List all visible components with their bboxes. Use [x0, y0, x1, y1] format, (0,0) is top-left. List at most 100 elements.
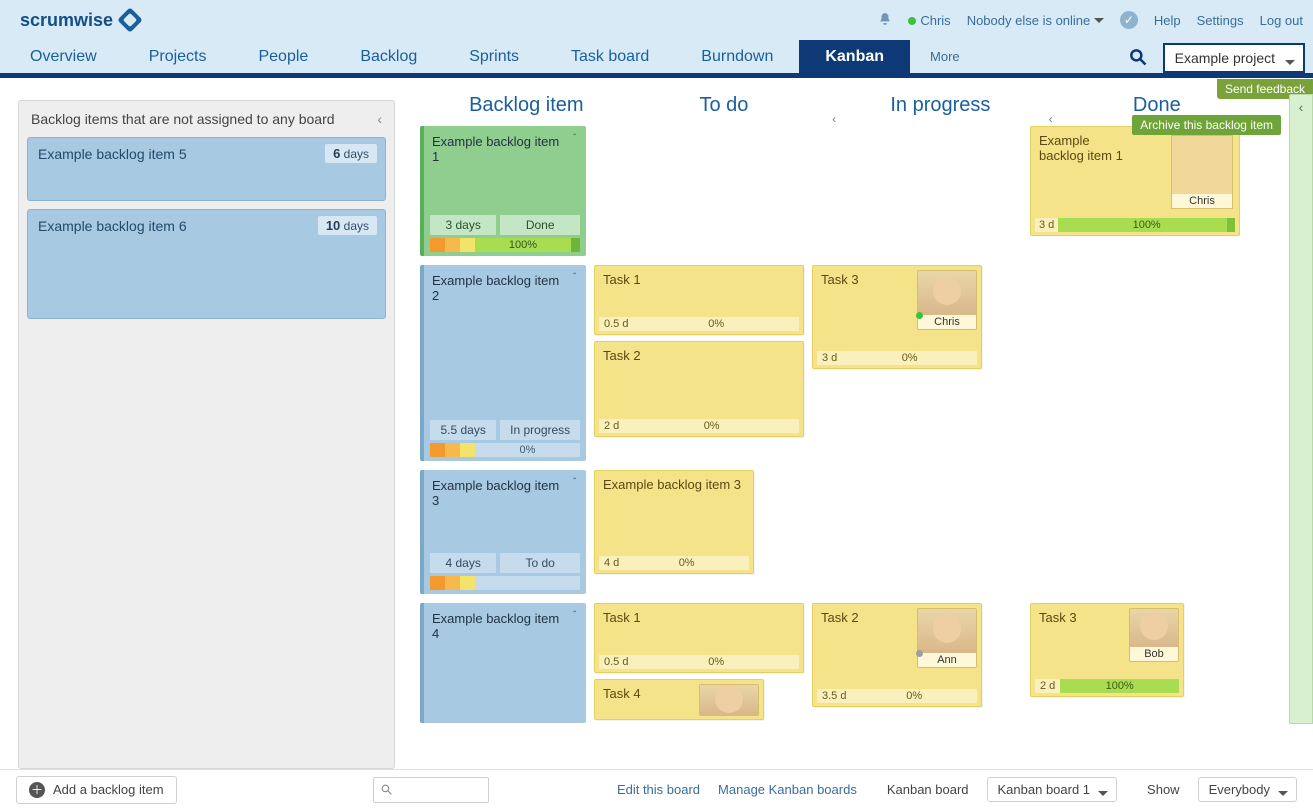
tab-overview[interactable]: Overview — [4, 40, 123, 73]
progress-text: 0% — [633, 655, 799, 669]
tab-backlog[interactable]: Backlog — [334, 40, 443, 73]
search-button[interactable] — [1119, 40, 1157, 73]
duration-badge: 4 d — [599, 556, 624, 570]
collapse-row-icon[interactable]: ＾ — [569, 132, 580, 148]
settings-link[interactable]: Settings — [1197, 13, 1244, 28]
project-selector[interactable]: Example project — [1163, 43, 1305, 73]
backlog-item-card[interactable]: Example backlog item 2 ＾ 5.5 days In pro… — [420, 265, 586, 461]
right-gutter: ‹ — [1285, 82, 1313, 769]
expand-archive-panel[interactable]: ‹ — [1289, 94, 1313, 724]
task-title: Task 1 — [603, 272, 795, 287]
task-card[interactable]: Task 1 0.5 d0% — [594, 265, 804, 335]
backlog-item-card[interactable]: Example backlog item 1 ＾ 3 days Done 100… — [420, 126, 586, 256]
progress-bar: 100% — [1058, 218, 1235, 232]
assignee-avatar[interactable]: Chris — [1171, 135, 1233, 209]
column-header-todo[interactable]: To do‹ — [616, 94, 832, 117]
tab-projects[interactable]: Projects — [123, 40, 233, 73]
done-item-title: Example backlog item 1 — [1039, 133, 1125, 163]
collapse-row-icon[interactable]: ＾ — [569, 271, 580, 287]
assignee-name: Chris — [918, 315, 976, 329]
unassigned-panel: Backlog items that are not assigned to a… — [18, 100, 395, 769]
main-nav: Overview Projects People Backlog Sprints… — [0, 40, 1313, 78]
online-status-dropdown[interactable]: Nobody else is online — [967, 13, 1104, 28]
brand-logo[interactable]: scrumwise — [10, 10, 149, 31]
backlog-item-card[interactable]: Example backlog item 3 ＾ 4 days To do — [420, 470, 586, 594]
tab-people[interactable]: People — [232, 40, 334, 73]
assignee-avatar[interactable]: Chris — [917, 270, 977, 330]
duration-badge: 0.5 d — [599, 317, 633, 331]
current-user[interactable]: Chris — [908, 13, 950, 28]
column-header-done[interactable]: Done‹ — [1049, 94, 1265, 117]
backlog-item-card[interactable]: Example backlog item 4 ＾ — [420, 603, 586, 723]
progress-text: 0% — [624, 419, 799, 433]
brand-text: scrumwise — [20, 10, 113, 31]
duration-badge: 2 d — [1035, 679, 1060, 693]
plus-icon: ＋ — [29, 782, 45, 798]
task-card[interactable]: Task 4 — [594, 679, 764, 720]
chevron-down-icon — [1094, 18, 1104, 28]
duration-badge: 3.5 d — [817, 689, 851, 703]
add-backlog-item-button[interactable]: ＋ Add a backlog item — [16, 776, 177, 804]
status-chip: To do — [500, 553, 580, 573]
tab-kanban[interactable]: Kanban — [799, 40, 910, 73]
task-title: Example backlog item 3 — [603, 477, 745, 492]
manage-boards-link[interactable]: Manage Kanban boards — [718, 782, 857, 797]
collapse-row-icon[interactable]: ＾ — [569, 609, 580, 625]
help-link[interactable]: Help — [1154, 13, 1181, 28]
progress-bar — [430, 576, 580, 590]
sync-status-icon[interactable]: ✓ — [1120, 11, 1138, 29]
presence-dot-icon — [908, 17, 916, 25]
logout-link[interactable]: Log out — [1260, 13, 1303, 28]
progress-text: 0% — [842, 351, 977, 365]
estimate-badge: 6 days — [325, 144, 377, 163]
duration-badge: 0.5 d — [599, 655, 633, 669]
assignee-name: Ann — [918, 653, 976, 667]
task-card[interactable]: Task 1 0.5 d0% — [594, 603, 804, 673]
backlog-item-title: Example backlog item 3 — [432, 478, 578, 508]
backlog-item-title: Example backlog item 4 — [432, 611, 578, 641]
column-header-inprogress[interactable]: In progress‹ — [832, 94, 1048, 117]
show-filter-label: Show — [1147, 782, 1180, 797]
assignee-avatar[interactable]: Bob — [1129, 608, 1179, 662]
unassigned-panel-title: Backlog items that are not assigned to a… — [31, 111, 335, 127]
task-card[interactable]: Task 3 Bob 2 d 100% — [1030, 603, 1184, 697]
assignee-avatar[interactable] — [699, 684, 759, 716]
progress-text: 0% — [851, 689, 977, 703]
progress-text: 0% — [624, 556, 749, 570]
estimate-chip: 3 days — [430, 215, 496, 235]
chevron-down-icon — [1098, 791, 1108, 801]
archive-tooltip: Archive this backlog item — [1132, 115, 1281, 135]
task-card[interactable]: Example backlog item 3 4 d0% — [594, 470, 754, 574]
filter-search-input[interactable] — [373, 777, 489, 803]
task-card[interactable]: Task 3 Chris 3 d0% — [812, 265, 982, 369]
board-selector-label: Kanban board — [887, 782, 969, 797]
content-area: Backlog items that are not assigned to a… — [0, 82, 1313, 769]
tab-burndown[interactable]: Burndown — [675, 40, 799, 73]
chevron-down-icon — [1285, 60, 1295, 70]
assignee-avatar[interactable]: Ann — [917, 608, 977, 668]
topbar-right: Chris Nobody else is online ✓ Help Setti… — [878, 11, 1303, 29]
progress-text: 100% — [1060, 679, 1179, 693]
done-item-card[interactable]: Archive this backlog item Example backlo… — [1030, 126, 1240, 236]
assignee-name: Chris — [1172, 194, 1232, 208]
board-selector[interactable]: Kanban board 1 — [987, 777, 1118, 802]
progress-text: 0% — [633, 317, 799, 331]
progress-bar: 100% — [430, 238, 580, 252]
estimate-badge: 10 days — [318, 216, 377, 235]
duration-badge: 3 d — [1035, 218, 1058, 232]
task-card[interactable]: Task 2 2 d0% — [594, 341, 804, 437]
notifications-icon[interactable] — [878, 12, 892, 29]
unassigned-item[interactable]: Example backlog item 5 6 days — [27, 137, 386, 201]
collapse-row-icon[interactable]: ＾ — [569, 476, 580, 492]
tab-sprints[interactable]: Sprints — [443, 40, 545, 73]
collapse-sidebar-icon[interactable]: ‹ — [377, 111, 382, 127]
unassigned-item[interactable]: Example backlog item 6 10 days — [27, 209, 386, 319]
edit-board-link[interactable]: Edit this board — [617, 782, 700, 797]
chevron-down-icon — [1278, 791, 1288, 801]
tab-taskboard[interactable]: Task board — [545, 40, 675, 73]
brand-icon — [117, 7, 142, 32]
tab-more[interactable]: More — [910, 40, 980, 73]
show-filter-selector[interactable]: Everybody — [1198, 777, 1297, 802]
project-selector-label: Example project — [1175, 50, 1275, 66]
task-card[interactable]: Task 2 Ann 3.5 d0% — [812, 603, 982, 707]
